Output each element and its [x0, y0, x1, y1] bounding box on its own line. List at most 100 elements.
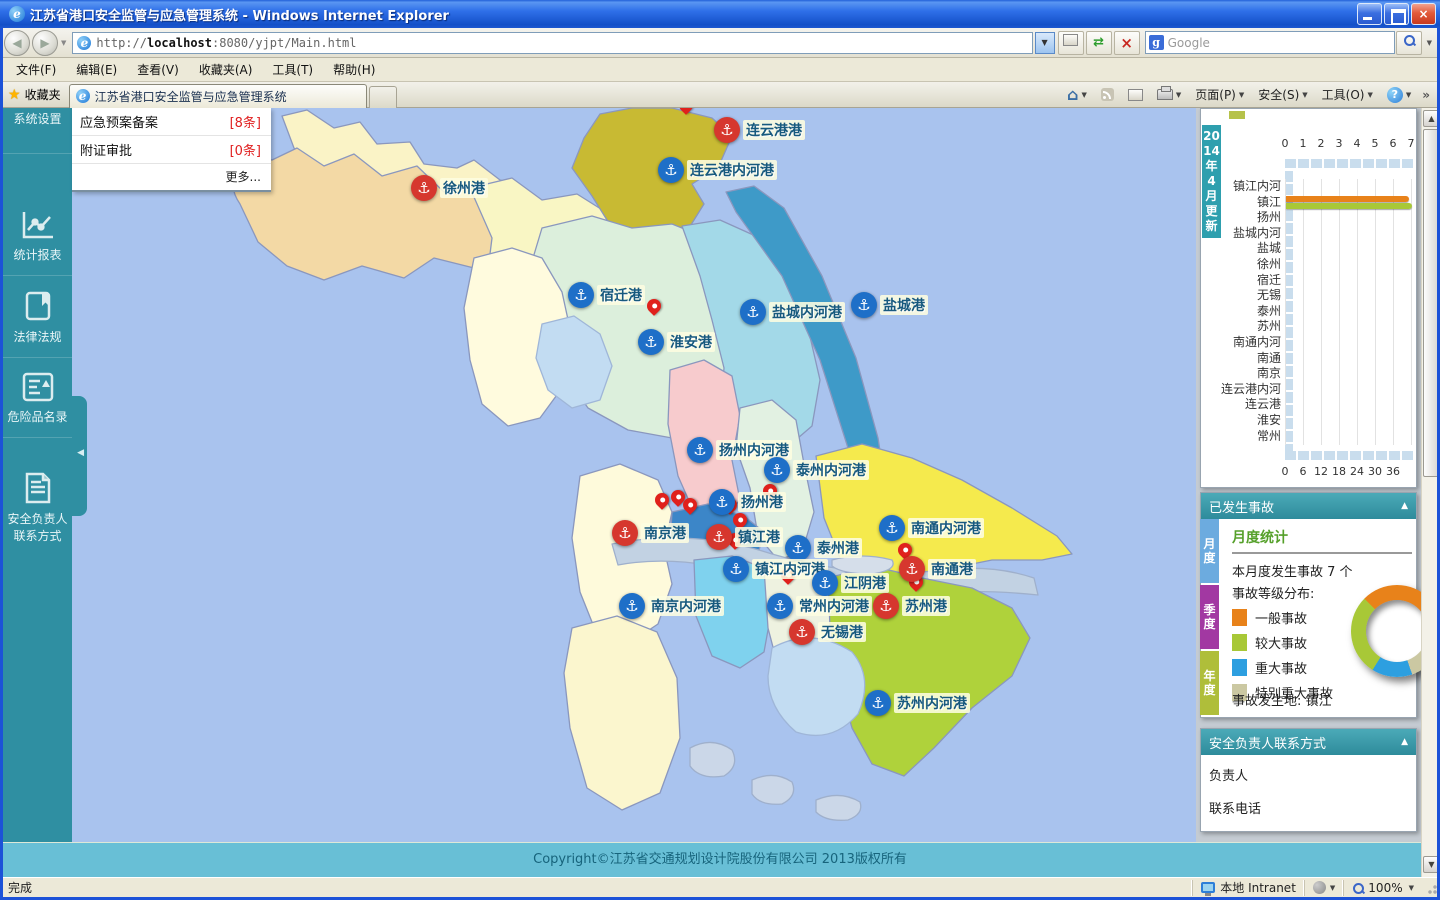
chart-bottom-tick: 0 — [1281, 465, 1289, 478]
zoom-level: 100% — [1368, 880, 1403, 895]
chart-bar-镇江-较大事故 — [1286, 202, 1412, 209]
refresh-button[interactable]: ⇄ — [1085, 30, 1112, 55]
sidebar-item-label: 法律法规 — [13, 330, 62, 344]
help-button[interactable]: ? ▼ — [1380, 85, 1418, 105]
right-column: 2014年4月更新 01234567 镇江内河 镇江 扬州 盐城内河 盐城 徐州 宿迁 无锡泰… — [1196, 108, 1437, 844]
address-dropdown-icon[interactable]: ▼ — [1034, 31, 1055, 54]
divider — [1232, 552, 1412, 554]
menu-item-工具(T)[interactable]: 工具(T) — [262, 58, 323, 81]
vertical-scrollbar[interactable]: ▲ ▼ — [1421, 108, 1437, 877]
computer-icon — [1201, 882, 1216, 896]
mail-icon — [1127, 88, 1143, 101]
port-label: 连云港港 — [743, 120, 805, 140]
legend-swatch — [1232, 659, 1247, 676]
read-mail-button[interactable] — [1121, 87, 1150, 103]
chart-top-band — [1285, 159, 1413, 168]
anchor-icon: ⚓ — [789, 619, 815, 645]
page-footer: Copyright©江苏省交通规划设计院股份有限公司 2013版权所有 — [3, 842, 1437, 877]
chart-category-label: 连云港内河 — [1220, 381, 1281, 396]
resize-grip[interactable] — [1424, 880, 1438, 895]
chart-category-label: 盐城 — [1256, 241, 1281, 256]
tab-title: 江苏省港口安全监管与应急管理系统 — [94, 89, 287, 104]
quick-panel-row[interactable]: 附证审批 [0条] — [72, 136, 271, 164]
stop-button[interactable]: × — [1113, 30, 1140, 55]
print-icon — [1156, 86, 1173, 100]
search-options-icon[interactable]: ▼ — [1423, 39, 1436, 47]
back-button[interactable]: ◀ — [4, 29, 30, 56]
favorites-button[interactable]: ★ 收藏夹 — [0, 84, 69, 106]
history-dropdown-icon[interactable]: ▼ — [61, 39, 66, 47]
scrollbar-thumb[interactable] — [1423, 129, 1437, 477]
sidebar-item-statistics[interactable]: 统计报表 — [3, 154, 72, 276]
contact-phone-label: 联系电话 — [1209, 802, 1262, 817]
sidebar-item-system-settings[interactable]: 系统设置 — [3, 108, 72, 154]
contact-panel: 安全负责人联系方式 ▲ 负责人 联系电话 — [1200, 728, 1417, 832]
tab-年度[interactable]: 年度 — [1200, 651, 1219, 715]
new-tab-stub[interactable] — [368, 85, 397, 108]
google-icon: g — [1148, 35, 1164, 50]
zoom-dropdown-icon: ▼ — [1408, 883, 1414, 892]
address-field[interactable]: e http://localhost:8080/yjpt/Main.html — [72, 31, 1033, 54]
scroll-down-icon[interactable]: ▼ — [1423, 856, 1437, 873]
menu-item-查看(V)[interactable]: 查看(V) — [127, 58, 189, 81]
sidebar-item-label: 统计报表 — [13, 248, 62, 262]
anchor-icon: ⚓ — [709, 489, 735, 515]
overflow-chevron-icon[interactable]: » — [1418, 88, 1434, 102]
contact-person-label: 负责人 — [1209, 769, 1249, 784]
restore-button[interactable] — [1384, 3, 1409, 25]
url-rest: :8080/yjpt/Main.html — [212, 35, 357, 50]
feeds-button[interactable] — [1094, 86, 1121, 103]
tab-active[interactable]: e 江苏省港口安全监管与应急管理系统 — [68, 83, 367, 108]
toolbar-button-页面(P)[interactable]: 页面(P) ▼ — [1188, 84, 1251, 105]
collapse-icon[interactable]: ▲ — [1401, 737, 1408, 747]
scroll-up-icon[interactable]: ▲ — [1423, 110, 1437, 127]
anchor-icon: ⚓ — [687, 437, 713, 463]
zoom-icon — [1352, 882, 1365, 894]
menu-item-收藏夹(A)[interactable]: 收藏夹(A) — [189, 58, 263, 81]
toolbar-button-工具(O)[interactable]: 工具(O) ▼ — [1315, 84, 1380, 105]
sidebar-item-label: 危险品名录 — [7, 410, 68, 424]
port-label: 南通港 — [928, 559, 976, 579]
browser-window: e 江苏省港口安全监管与应急管理系统 - Windows Internet Ex… — [0, 0, 1440, 900]
search-box[interactable]: g Google — [1144, 31, 1395, 54]
contact-panel-header[interactable]: 安全负责人联系方式 ▲ — [1201, 729, 1416, 755]
close-button[interactable]: × — [1411, 3, 1436, 25]
minimize-button[interactable] — [1357, 3, 1382, 25]
contact-panel-title: 安全负责人联系方式 — [1209, 736, 1327, 752]
dropdown-arrow-icon: ▼ — [1238, 90, 1245, 99]
forward-button[interactable]: ▶ — [32, 29, 58, 56]
address-bar-row: ◀ ▶ ▼ e http://localhost:8080/yjpt/Main.… — [0, 28, 1440, 58]
collapse-icon[interactable]: ▲ — [1401, 501, 1408, 511]
sidebar-item-hazmat-list[interactable]: 危险品名录 — [3, 358, 72, 438]
chart-category-label: 南通 — [1256, 350, 1281, 365]
chart-bottom-tick: 36 — [1386, 465, 1400, 478]
chart-bottom-tick: 6 — [1299, 465, 1307, 478]
home-button[interactable]: ⌂ ▼ — [1060, 83, 1094, 106]
protected-mode-cell[interactable]: ▼ — [1303, 879, 1343, 896]
port-label: 徐州港 — [440, 178, 488, 198]
quick-panel-row[interactable]: 应急预案备案 [8条] — [72, 108, 271, 136]
toolbar-button-安全(S)[interactable]: 安全(S) ▼ — [1251, 84, 1314, 105]
title-bar: e 江苏省港口安全监管与应急管理系统 - Windows Internet Ex… — [0, 0, 1440, 28]
list-icon — [22, 372, 53, 402]
anchor-icon: ⚓ — [714, 117, 740, 143]
print-button[interactable]: ▼ — [1150, 86, 1188, 102]
compatibility-view-button[interactable] — [1057, 30, 1084, 55]
anchor-icon: ⚓ — [865, 690, 891, 716]
port-label: 南京港 — [641, 523, 689, 543]
menu-item-编辑(E)[interactable]: 编辑(E) — [66, 58, 127, 81]
tab-月度[interactable]: 月度 — [1200, 519, 1219, 583]
sidebar-item-laws[interactable]: 法律法规 — [3, 276, 72, 358]
menu-item-帮助(H)[interactable]: 帮助(H) — [323, 58, 385, 81]
dropdown-arrow-icon: ▼ — [1367, 90, 1373, 99]
search-button[interactable] — [1395, 30, 1422, 55]
port-label: 南通内河港 — [908, 518, 984, 538]
accident-panel-header[interactable]: 已发生事故 ▲ — [1201, 493, 1416, 519]
sidebar-item-safety-contacts[interactable]: 安全负责人联系方式 — [3, 438, 72, 556]
more-link[interactable]: 更多... — [72, 164, 271, 190]
menu-item-文件(F)[interactable]: 文件(F) — [6, 58, 66, 81]
chart-top-axis: 01234567 — [1282, 137, 1415, 150]
zoom-cell[interactable]: 100% ▼ — [1343, 879, 1422, 896]
tab-季度[interactable]: 季度 — [1200, 585, 1219, 649]
chart-icon — [22, 212, 53, 239]
